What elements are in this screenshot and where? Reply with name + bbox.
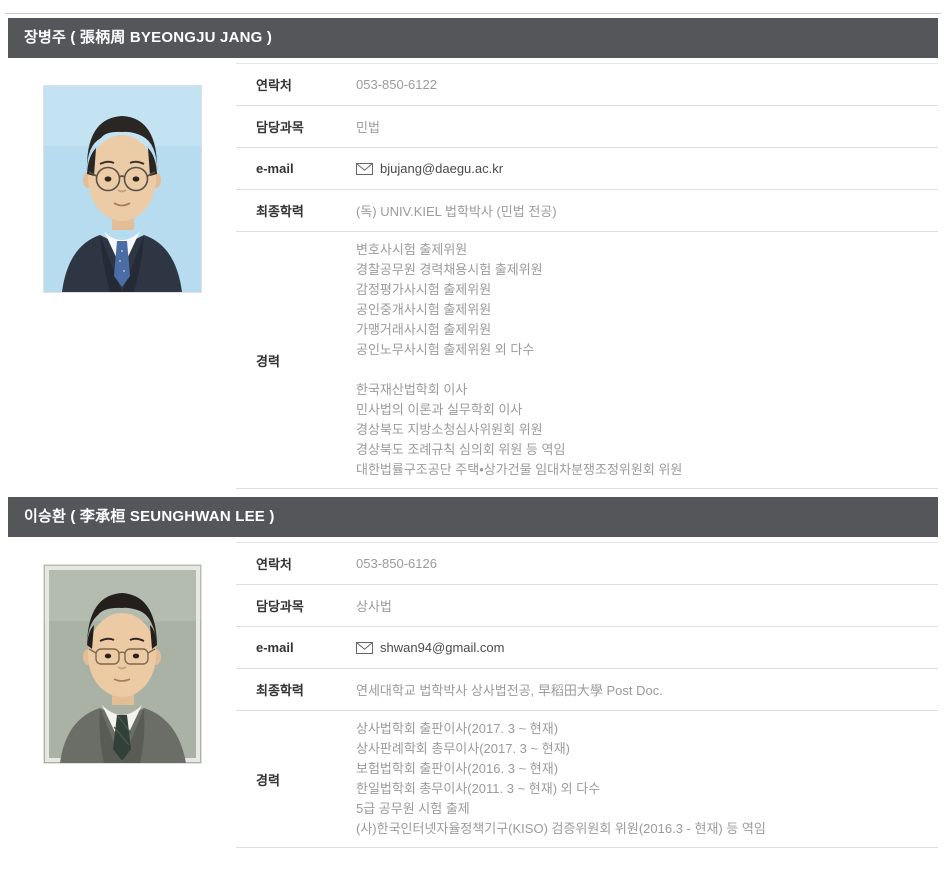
profile-section-jang: 장병주 ( 張柄周 BYEONGJU JANG ) [8,18,938,489]
email-label: e-mail [236,640,356,655]
portrait-illustration [44,565,201,763]
subject-row: 담당과목 민법 [236,106,938,148]
subject-row: 담당과목 상사법 [236,585,938,627]
profile-header: 장병주 ( 張柄周 BYEONGJU JANG ) [8,18,938,58]
info-table: 연락처 053-850-6122 담당과목 민법 e-mail [236,63,938,489]
email-row: e-mail shwan94@gmail.com [236,627,938,669]
contact-row: 연락처 053-850-6122 [236,64,938,106]
email-address: shwan94@gmail.com [380,640,504,655]
career-line-item: 상사법학회 출판이사(2017. 3 ~ 현재) [356,719,938,739]
career-line-item: 가맹거래사시험 출제위원 [356,320,938,340]
education-label: 최종학력 [236,201,356,220]
subject-label: 담당과목 [236,117,356,136]
career-lines: 상사법학회 출판이사(2017. 3 ~ 현재) 상사판례학회 총무이사(201… [356,719,938,839]
career-label: 경력 [236,770,356,789]
profile-section-lee: 이승환 ( 李承桓 SEUNGHWAN LEE ) [8,497,938,848]
email-row: e-mail bjujang@daegu.ac.kr [236,148,938,190]
subject-label: 담당과목 [236,596,356,615]
portrait-illustration [44,86,201,292]
education-label: 최종학력 [236,680,356,699]
career-lines: 변호사시험 출제위원 경찰공무원 경력채용시험 출제위원 감정평가사시험 출제위… [356,240,938,480]
email-link[interactable]: bjujang@daegu.ac.kr [356,161,938,176]
career-line-item: 변호사시험 출제위원 [356,240,938,260]
career-line-item: 감정평가사시험 출제위원 [356,280,938,300]
education-value: (독) UNIV.KIEL 법학박사 (민법 전공) [356,201,938,220]
career-line-item: 경찰공무원 경력채용시험 출제위원 [356,260,938,280]
career-line-item: 경상북도 지방소청심사위원회 위원 [356,420,938,440]
career-line-spacer [356,360,938,380]
envelope-icon [356,642,373,654]
education-row: 최종학력 연세대학교 법학박사 상사법전공, 早稻田大學 Post Doc. [236,669,938,711]
contact-label: 연락처 [236,554,356,573]
email-address: bjujang@daegu.ac.kr [380,161,503,176]
career-row: 경력 상사법학회 출판이사(2017. 3 ~ 현재) 상사판례학회 총무이사(… [236,711,938,848]
envelope-icon [356,163,373,175]
subject-value: 민법 [356,117,938,136]
contact-value: 053-850-6126 [356,556,938,571]
career-line-item: 민사법의 이론과 실무학회 이사 [356,400,938,420]
profile-header: 이승환 ( 李承桓 SEUNGHWAN LEE ) [8,497,938,537]
email-label: e-mail [236,161,356,176]
career-line-item: 공인중개사시험 출제위원 [356,300,938,320]
education-value: 연세대학교 법학박사 상사법전공, 早稻田大學 Post Doc. [356,680,938,699]
career-line-item: 경상북도 조례규칙 심의회 위원 등 역임 [356,440,938,460]
contact-value: 053-850-6122 [356,77,938,92]
career-line-item: 5급 공무원 시험 출제 [356,799,938,819]
info-table: 연락처 053-850-6126 담당과목 상사법 e-mail [236,542,938,848]
contact-label: 연락처 [236,75,356,94]
subject-value: 상사법 [356,596,938,615]
career-line-item: 대한법률구조공단 주택•상가건물 임대차분쟁조정위원회 위원 [356,460,938,480]
professor-photo [43,564,202,764]
professor-photo [43,85,202,293]
career-line-item: 공인노무사시험 출제위원 외 다수 [356,340,938,360]
education-row: 최종학력 (독) UNIV.KIEL 법학박사 (민법 전공) [236,190,938,232]
career-line-item: 보험법학회 출판이사(2016. 3 ~ 현재) [356,759,938,779]
top-divider [5,13,941,14]
career-line-item: (사)한국인터넷자율정책기구(KISO) 검증위원회 위원(2016.3 - 현… [356,819,938,839]
career-label: 경력 [236,351,356,370]
faculty-profile-page: 장병주 ( 張柄周 BYEONGJU JANG ) [0,13,950,848]
career-row: 경력 변호사시험 출제위원 경찰공무원 경력채용시험 출제위원 감정평가사시험 … [236,232,938,489]
career-line-item: 한일법학회 총무이사(2011. 3 ~ 현재) 외 다수 [356,779,938,799]
contact-row: 연락처 053-850-6126 [236,543,938,585]
career-line-item: 한국재산법학회 이사 [356,380,938,400]
career-line-item: 상사판례학회 총무이사(2017. 3 ~ 현재) [356,739,938,759]
email-link[interactable]: shwan94@gmail.com [356,640,938,655]
